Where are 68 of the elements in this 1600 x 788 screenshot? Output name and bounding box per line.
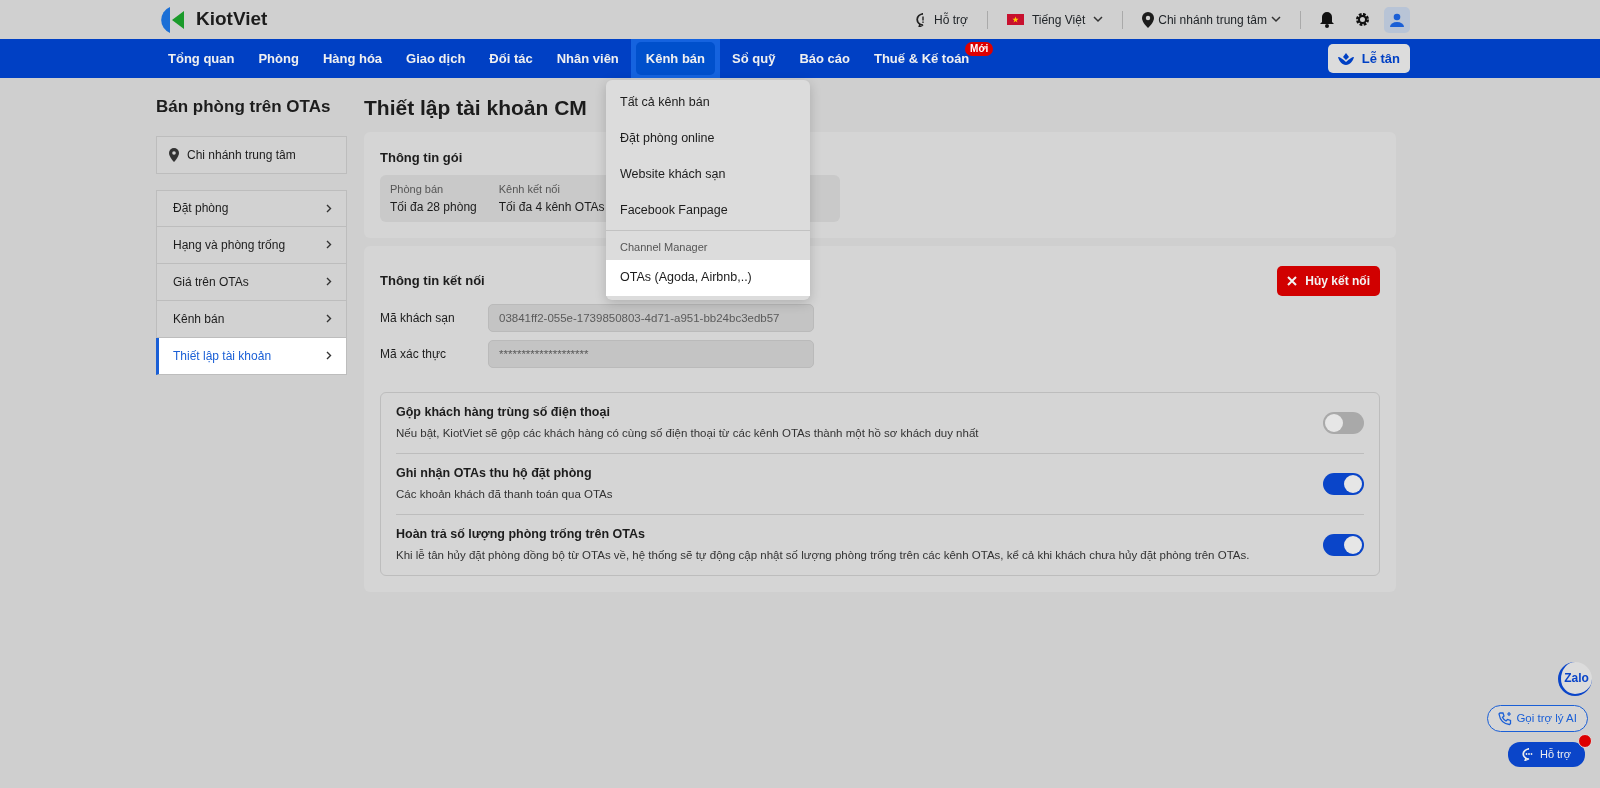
chevron-right-icon — [326, 277, 332, 286]
sidebar-item[interactable]: Thiết lập tài khoản — [156, 337, 347, 375]
close-icon — [1287, 275, 1298, 286]
nav-tab[interactable]: Tổng quan — [156, 39, 247, 78]
toggle-switch[interactable] — [1323, 533, 1364, 556]
setting-description: Khi lễ tân hủy đặt phòng đồng bộ từ OTAs về, hệ thống sẽ tự động cập nhật số lượng phòng trống trên các kênh OTAs, kể cả khi khách chưa hủy đặt phòng trên OTAs. — [396, 548, 1250, 564]
chevron-down-icon — [1093, 16, 1104, 23]
chevron-right-icon — [326, 203, 332, 213]
field-label: Mã xác thực — [380, 345, 448, 363]
phone-icon — [1498, 711, 1513, 726]
page-title: Thiết lập tài khoản CM — [364, 95, 587, 121]
settings-icon[interactable] — [1355, 12, 1370, 27]
sidebar-title: Bán phòng trên OTAs — [156, 96, 332, 118]
cancel-connection-button[interactable]: Hủy kết nối — [1277, 265, 1380, 296]
section-title: Thông tin gói — [380, 148, 464, 167]
notification-dot — [1578, 734, 1592, 748]
field-label: Kênh kết nối — [498, 182, 561, 197]
chevron-down-icon — [1271, 16, 1281, 23]
menu-item[interactable]: Website khách sạn — [606, 156, 810, 192]
reception-button[interactable]: Lễ tân — [1327, 43, 1410, 74]
setting-title: Gộp khách hàng trùng số điện thoại — [396, 403, 611, 421]
nav-tab[interactable]: Giao dịch — [394, 39, 478, 78]
branch-name: Chi nhánh trung tâm — [187, 146, 296, 164]
help-link[interactable]: Hỗ trợ — [915, 9, 969, 30]
help-button[interactable]: Hỗ trợ — [1507, 742, 1585, 767]
location-pin-icon — [1142, 11, 1155, 28]
zalo-logo[interactable]: Zalo — [1558, 662, 1592, 696]
chevron-right-icon — [326, 314, 332, 323]
nav-tab[interactable]: Kênh bán — [630, 39, 721, 78]
field-label: Mã khách sạn — [380, 309, 456, 327]
user-icon — [1390, 12, 1404, 27]
nav-tab[interactable]: Phòng — [246, 39, 311, 78]
branch-field[interactable]: Chi nhánh trung tâm — [156, 135, 347, 174]
branch-selector[interactable]: Chi nhánh trung tâm — [1141, 9, 1282, 30]
field-value: Tối đa 28 phòng — [390, 198, 477, 216]
nav-tab[interactable]: Hàng hóa — [310, 39, 395, 78]
menu-item[interactable]: Facebook Fanpage — [606, 192, 810, 228]
nav-tab[interactable]: Đối tác — [477, 39, 545, 78]
setting-title: Hoàn trả số lượng phòng trống trên OTAs — [396, 525, 646, 543]
setting-description: Các khoản khách đã thanh toán qua OTAs — [396, 487, 613, 503]
avatar[interactable] — [1384, 6, 1410, 33]
toggle-switch[interactable] — [1323, 411, 1364, 434]
section-title: Thông tin kết nối — [380, 271, 485, 290]
flag-icon — [1006, 14, 1024, 25]
chevron-right-icon — [326, 351, 332, 360]
sidebar-item[interactable]: Giá trên OTAs — [156, 263, 347, 301]
sidebar-item[interactable]: Kênh bán — [156, 300, 347, 338]
language-selector[interactable]: Tiếng Việt — [1005, 9, 1105, 30]
call-ai-button[interactable]: Gọi trợ lý AI — [1487, 705, 1588, 733]
setting-title: Ghi nhận OTAs thu hộ đặt phòng — [396, 464, 593, 482]
menu-item[interactable]: Đặt phòng online — [606, 120, 810, 156]
new-badge: Mới — [965, 42, 994, 56]
toggle-switch[interactable] — [1323, 472, 1364, 495]
bell-icon[interactable] — [1319, 11, 1335, 28]
setting-description: Nếu bật, KiotViet sẽ gộp các khách hàng có cùng số điện thoại từ các kênh OTAs thành một hồ sơ khách duy nhất — [396, 426, 979, 442]
nav-tab[interactable]: Sổ quỹ — [720, 39, 788, 78]
sidebar-item[interactable]: Hạng và phòng trống — [156, 226, 347, 264]
chevron-right-icon — [326, 240, 332, 249]
menu-item[interactable]: OTAs (Agoda, Airbnb,..) — [606, 259, 810, 296]
lotus-icon — [1337, 52, 1354, 65]
field-label: Phòng bán — [390, 182, 445, 197]
field-value: Tối đa 4 kênh OTAs — [498, 198, 605, 216]
nav-tab[interactable]: Báo cáo — [787, 39, 862, 78]
location-pin-icon — [169, 147, 179, 162]
logo-text: KiotViet — [196, 7, 268, 32]
nav-tab[interactable]: Nhân viên — [544, 39, 631, 78]
menu-item[interactable]: Tất cả kênh bán — [606, 84, 810, 120]
sidebar-item[interactable]: Đặt phòng — [156, 189, 347, 227]
